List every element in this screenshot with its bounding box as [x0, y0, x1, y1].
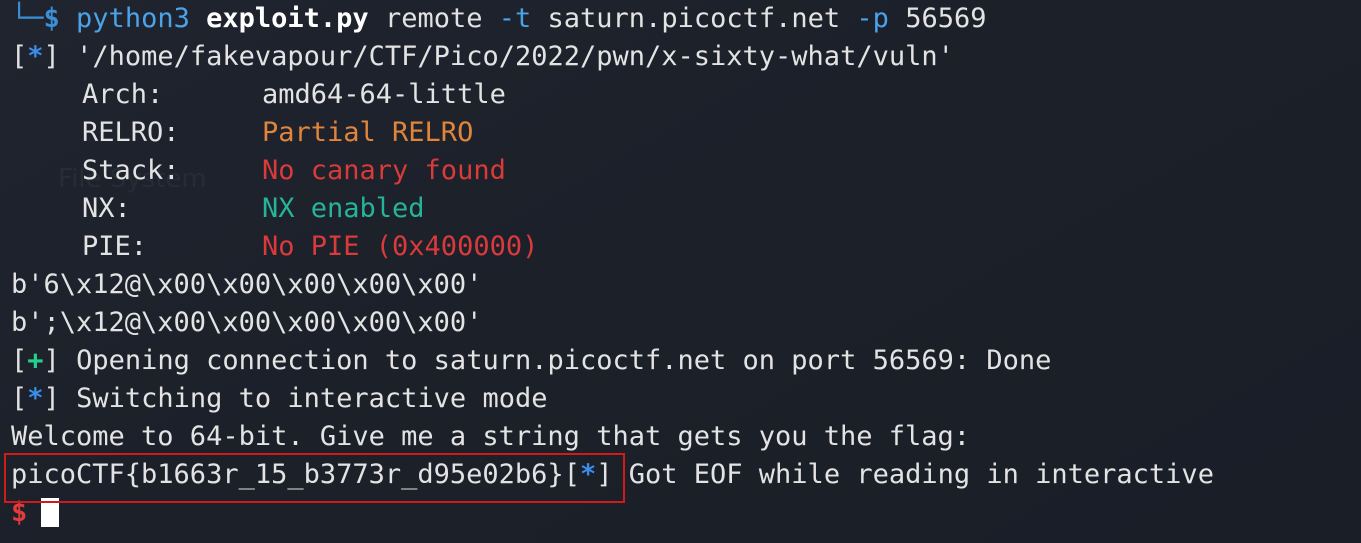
success-plus-icon: + — [27, 345, 44, 376]
checksec-key: RELRO: — [82, 117, 180, 148]
cmd-host: saturn.picoctf.net — [547, 3, 841, 34]
welcome-line: Welcome to 64-bit. Give me a string that… — [11, 421, 971, 452]
final-prompt-dollar: $ — [11, 497, 28, 528]
prompt-corner: └─ — [11, 3, 44, 34]
checksec-key: PIE: — [82, 231, 148, 262]
cmd-host-flag: -t — [498, 3, 532, 34]
checksec-pie: PIE: No PIE (0x400000) — [0, 228, 1361, 266]
info-star-icon: * — [27, 383, 44, 414]
checksec-value: No canary found — [262, 155, 506, 186]
info-star-icon: * — [579, 459, 597, 490]
checksec-key: Arch: — [82, 79, 164, 110]
cmd-port: 56569 — [905, 3, 987, 34]
info-path-line: [*] '/home/fakevapour/CTF/Pico/2022/pwn/… — [11, 41, 954, 72]
flag-line: picoCTF{b1663r_15_b3773r_d95e02b6}[*] Go… — [11, 459, 1214, 490]
checksec-value: No PIE (0x400000) — [262, 231, 539, 262]
checksec-key: Stack: — [82, 155, 180, 186]
text-cursor — [41, 498, 60, 527]
cmd-remote: remote — [384, 3, 483, 34]
checksec-value: Partial RELRO — [262, 117, 474, 148]
opening-connection-text: Opening connection to saturn.picoctf.net… — [76, 345, 1052, 376]
cmd-python: python3 — [76, 3, 190, 34]
prompt-dollar: $ — [43, 3, 60, 34]
info-path-text: '/home/fakevapour/CTF/Pico/2022/pwn/x-si… — [76, 41, 954, 72]
info-star-icon: * — [27, 41, 44, 72]
cmd-script: exploit.py — [206, 3, 369, 34]
checksec-value: NX enabled — [262, 193, 425, 224]
switching-text: Switching to interactive mode — [76, 383, 548, 414]
final-prompt-line[interactable]: $ — [0, 494, 1361, 532]
checksec-stack: Stack: No canary found — [0, 152, 1361, 190]
switching-line: [*] Switching to interactive mode — [11, 383, 548, 414]
flag-text: picoCTF{b1663r_15_b3773r_d95e02b6} — [11, 459, 564, 490]
terminal-window[interactable]: File System └─$ python3 exploit.py remot… — [0, 0, 1361, 543]
checksec-arch: Arch: amd64-64-little — [0, 76, 1361, 114]
checksec-value: amd64-64-little — [262, 79, 506, 110]
checksec-relro: RELRO: Partial RELRO — [0, 114, 1361, 152]
cmd-port-flag: -p — [856, 3, 889, 34]
bytes-output-1: b'6\x12@\x00\x00\x00\x00\x00' — [11, 269, 483, 300]
eof-text: Got EOF while reading in interactive — [628, 459, 1214, 490]
checksec-key: NX: — [82, 193, 131, 224]
checksec-nx: NX: NX enabled — [0, 190, 1361, 228]
command-line: └─$ python3 exploit.py remote -t saturn.… — [0, 0, 1361, 38]
bytes-output-2: b';\x12@\x00\x00\x00\x00\x00' — [11, 307, 483, 338]
opening-connection-line: [+] Opening connection to saturn.picoctf… — [11, 345, 1052, 376]
